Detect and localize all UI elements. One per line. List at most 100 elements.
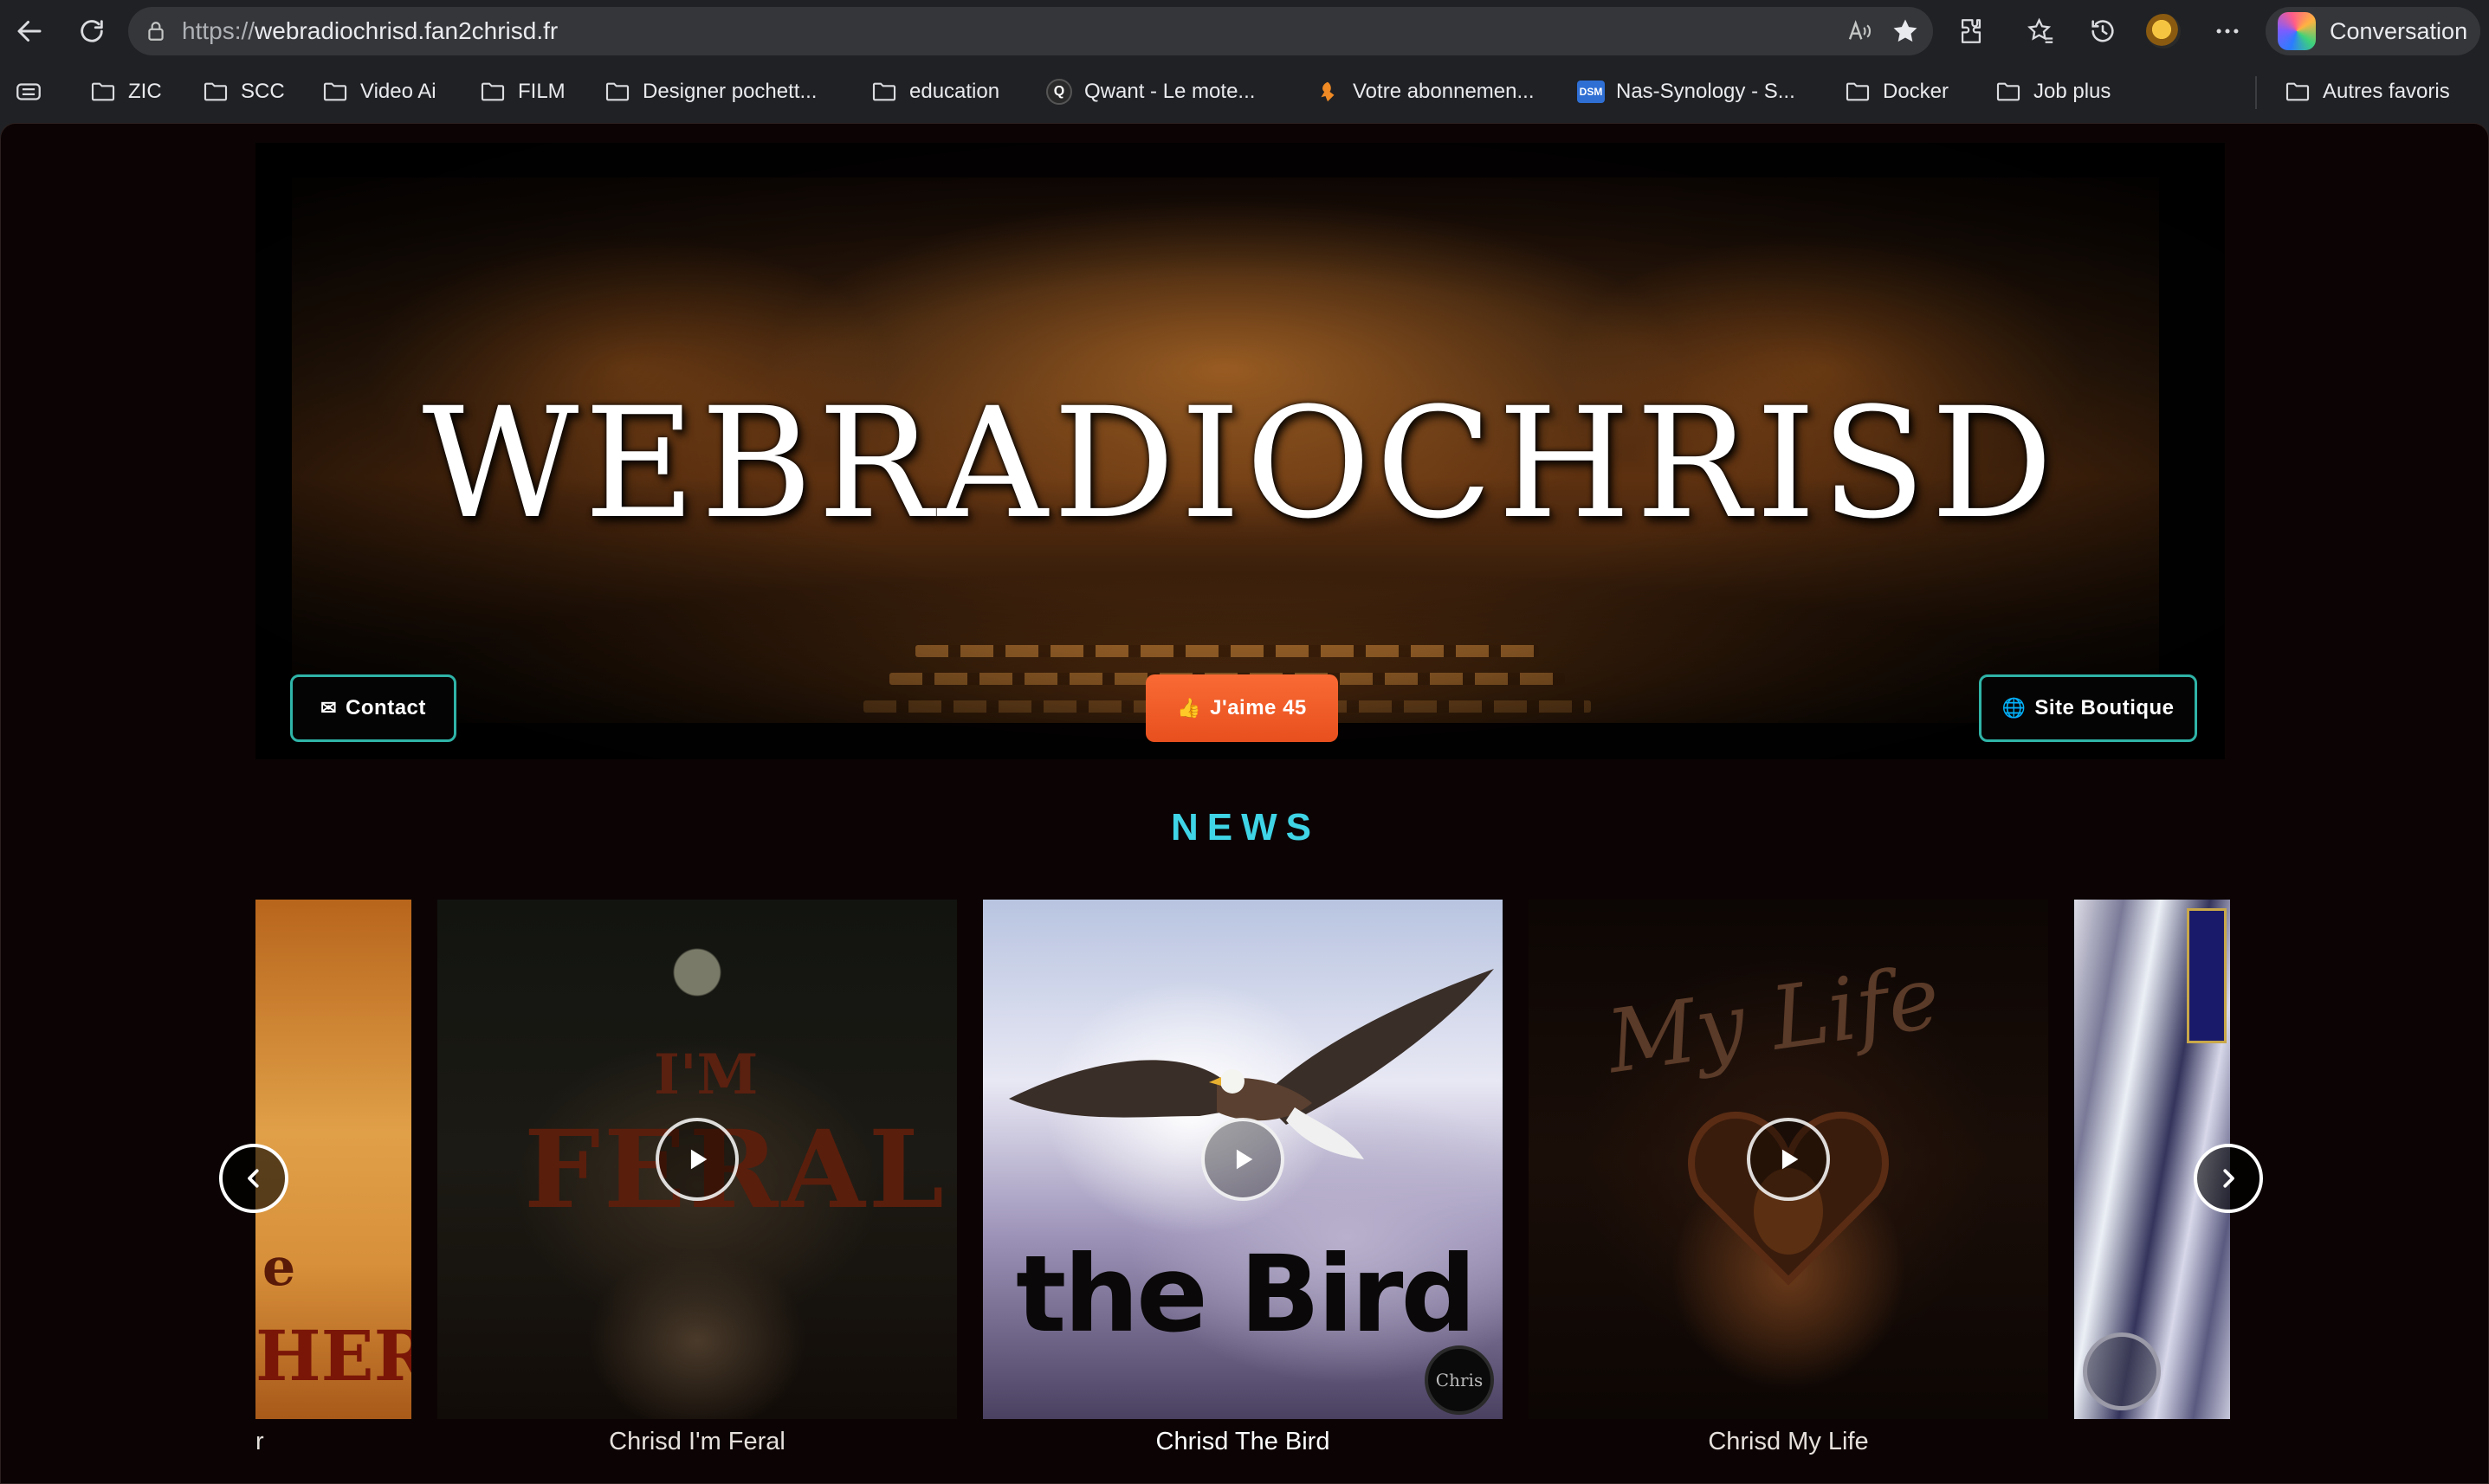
chris-logo bbox=[2083, 1332, 2161, 1410]
conversation-label: Conversation bbox=[2330, 17, 2468, 44]
bookmark-label: FILM bbox=[518, 80, 566, 103]
hero-title: WEBRADIOCHRISD bbox=[422, 375, 2059, 552]
bookmark-label: education bbox=[909, 80, 1000, 103]
play-icon bbox=[1781, 1149, 1799, 1170]
cover-text: I'M bbox=[654, 1042, 759, 1107]
album-cover[interactable]: I'M FERAL bbox=[437, 900, 957, 1419]
news-card[interactable]: My Life Chrisd My Life bbox=[1529, 900, 2048, 1455]
reload-icon bbox=[81, 20, 103, 42]
news-heading: NEWS bbox=[1171, 806, 1320, 848]
lock-icon[interactable] bbox=[139, 14, 173, 48]
play-button[interactable] bbox=[1201, 1118, 1284, 1201]
bookmark-item[interactable]: SCC bbox=[201, 62, 285, 121]
hero-banner: WEBRADIOCHRISD ✉ Contact 👍 J'aime 45 🌐 S… bbox=[255, 143, 2225, 759]
bookmark-other-favorites[interactable]: Autres favoris bbox=[2283, 62, 2450, 121]
shop-button[interactable]: 🌐 Site Boutique bbox=[1979, 674, 2197, 742]
album-cover[interactable]: My Life bbox=[1529, 900, 2048, 1419]
back-button[interactable] bbox=[9, 10, 50, 52]
qwant-icon: Q bbox=[1044, 77, 1074, 106]
url-text[interactable]: https://webradiochrisd.fan2chrisd.fr bbox=[182, 7, 558, 55]
bookmark-label: Autres favoris bbox=[2323, 80, 2450, 103]
globe-icon: 🌐 bbox=[2001, 697, 2027, 719]
chris-logo: Chris bbox=[1425, 1345, 1494, 1415]
reading-list-icon[interactable] bbox=[14, 62, 43, 121]
arrow-left-icon bbox=[17, 21, 42, 42]
conversation-button[interactable]: Conversation bbox=[2266, 7, 2480, 55]
folder-icon bbox=[603, 77, 632, 106]
play-icon bbox=[690, 1149, 708, 1170]
more-options-icon[interactable] bbox=[2208, 12, 2247, 50]
shop-label: Site Boutique bbox=[2034, 696, 2175, 719]
bookmark-item[interactable]: Job plus bbox=[1994, 62, 2111, 121]
read-aloud-icon[interactable] bbox=[1843, 14, 1878, 48]
cover-text: My Life bbox=[1600, 945, 1946, 1094]
contact-label: Contact bbox=[346, 696, 426, 719]
cover-text: the Bird bbox=[1016, 1233, 1477, 1356]
chevron-left-icon bbox=[248, 1169, 259, 1188]
envelope-icon: ✉ bbox=[320, 697, 338, 719]
bookmark-label: Job plus bbox=[2033, 80, 2111, 103]
dsm-icon: DSM bbox=[1576, 77, 1606, 106]
bookmark-item[interactable]: ZIC bbox=[88, 62, 162, 121]
favorites-icon[interactable] bbox=[2021, 12, 2059, 50]
folder-icon bbox=[320, 77, 350, 106]
page-viewport: WEBRADIOCHRISD ✉ Contact 👍 J'aime 45 🌐 S… bbox=[0, 123, 2489, 1484]
folder-icon bbox=[870, 77, 899, 106]
url-scheme: https:// bbox=[182, 17, 255, 44]
card-caption: Chrisd My Life bbox=[1708, 1428, 1869, 1455]
play-button[interactable] bbox=[656, 1118, 739, 1201]
folder-icon bbox=[2283, 77, 2312, 106]
profile-avatar-icon[interactable] bbox=[2146, 14, 2181, 48]
folder-icon bbox=[1843, 77, 1872, 106]
logo-text: Chris bbox=[1435, 1370, 1484, 1390]
folder-icon bbox=[201, 77, 230, 106]
bookmark-label: Docker bbox=[1883, 80, 1949, 103]
site-icon bbox=[1313, 77, 1342, 106]
bookmark-item[interactable]: DSM Nas-Synology - S... bbox=[1576, 62, 1795, 121]
carousel-next-button[interactable] bbox=[2194, 1144, 2263, 1213]
bookmarks-separator bbox=[2255, 76, 2257, 109]
album-cover[interactable]: the Bird Chris bbox=[983, 900, 1503, 1419]
news-carousel: e HER r I'M FERAL Chrisd I'm Feral bbox=[255, 900, 2230, 1471]
play-icon bbox=[1236, 1149, 1253, 1170]
card-caption: Chrisd The Bird bbox=[1155, 1428, 1330, 1455]
bookmark-item[interactable]: FILM bbox=[478, 62, 566, 121]
folder-icon bbox=[88, 77, 118, 106]
thumbs-up-icon: 👍 bbox=[1177, 697, 1202, 719]
news-card[interactable]: the Bird Chris Chrisd The Bird bbox=[983, 900, 1503, 1455]
bookmark-label: Designer pochett... bbox=[643, 80, 818, 103]
bookmark-label: Nas-Synology - S... bbox=[1616, 80, 1795, 103]
extensions-icon[interactable] bbox=[1952, 12, 1990, 50]
bookmark-item[interactable]: Docker bbox=[1843, 62, 1949, 121]
reload-button[interactable] bbox=[71, 10, 113, 52]
copilot-icon bbox=[2278, 12, 2316, 50]
folder-icon bbox=[478, 77, 507, 106]
bookmark-label: Qwant - Le mote... bbox=[1084, 80, 1256, 103]
bookmark-label: SCC bbox=[241, 80, 285, 103]
play-button[interactable] bbox=[1747, 1118, 1830, 1201]
cover-text: HER bbox=[255, 1315, 411, 1397]
contact-button[interactable]: ✉ Contact bbox=[290, 674, 456, 742]
bookmark-item[interactable]: Video Ai bbox=[320, 62, 436, 121]
bookmark-label: Video Ai bbox=[360, 80, 436, 103]
like-button[interactable]: 👍 J'aime 45 bbox=[1146, 674, 1338, 742]
like-label: J'aime 45 bbox=[1210, 696, 1307, 719]
carousel-prev-button[interactable] bbox=[219, 1144, 288, 1213]
bookmark-item[interactable]: Votre abonnemen... bbox=[1313, 62, 1534, 121]
url-host: webradiochrisd.fan2chrisd.fr bbox=[255, 17, 559, 44]
news-card[interactable]: I'M FERAL Chrisd I'm Feral bbox=[437, 900, 957, 1455]
favorite-star-icon[interactable] bbox=[1888, 14, 1923, 48]
browser-toolbar: https://webradiochrisd.fan2chrisd.fr Con… bbox=[0, 0, 2489, 62]
card-caption: Chrisd I'm Feral bbox=[609, 1428, 785, 1455]
bookmark-label: ZIC bbox=[128, 80, 162, 103]
cover-text: e bbox=[262, 1237, 296, 1298]
history-icon[interactable] bbox=[2084, 12, 2122, 50]
card-caption: r bbox=[255, 1428, 264, 1455]
chevron-right-icon bbox=[2223, 1169, 2234, 1188]
bookmark-label: Votre abonnemen... bbox=[1353, 80, 1535, 103]
bookmark-item[interactable]: education bbox=[870, 62, 999, 121]
address-bar[interactable]: https://webradiochrisd.fan2chrisd.fr bbox=[128, 7, 1933, 55]
bookmark-item[interactable]: Designer pochett... bbox=[603, 62, 817, 121]
bookmark-item[interactable]: Q Qwant - Le mote... bbox=[1044, 62, 1255, 121]
folder-icon bbox=[1994, 77, 2023, 106]
